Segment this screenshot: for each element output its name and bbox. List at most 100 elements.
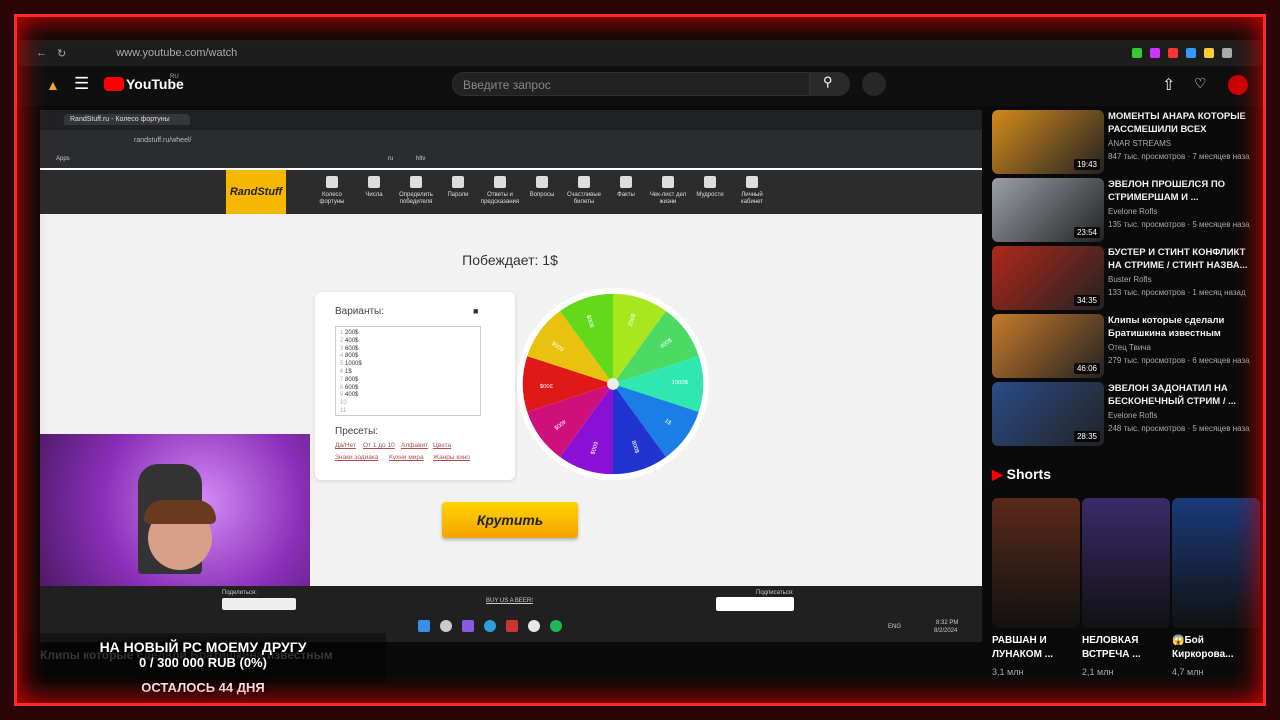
nav-item-label: Колесо фортуны: [319, 192, 345, 205]
nav-item[interactable]: Факты: [604, 176, 648, 199]
video-duration: 34:35: [1073, 295, 1100, 306]
video-duration: 19:43: [1073, 159, 1100, 170]
channel-name[interactable]: Отец Твича: [1108, 343, 1151, 352]
avatar[interactable]: [1228, 75, 1248, 95]
video-thumbnail[interactable]: 19:43: [992, 110, 1104, 174]
channel-name[interactable]: Buster Rofls: [1108, 275, 1152, 284]
video-player[interactable]: RandStuff.ru - Колесо фортуны randstuff.…: [40, 110, 982, 586]
upload-icon[interactable]: ⇧: [1162, 75, 1175, 95]
extension-icon[interactable]: [1168, 48, 1178, 58]
preset-link[interactable]: Да/Нет: [335, 442, 356, 449]
short-title[interactable]: НЕЛОВКАЯ ВСТРЕЧА ...: [1082, 634, 1162, 662]
video-title[interactable]: МОМЕНТЫ АНАРА КОТОРЫЕ РАССМЕШИЛИ ВСЕХ: [1108, 110, 1250, 136]
preset-link[interactable]: Знаки зодиака: [335, 454, 378, 461]
extension-icon[interactable]: [1150, 48, 1160, 58]
variant-line: 4 800$: [340, 353, 480, 361]
clock-date[interactable]: 8/2/2024: [934, 628, 957, 634]
wheel-segment-label: 200$: [539, 382, 553, 388]
nav-item[interactable]: Чек-лист дел жизни: [646, 176, 690, 206]
menu-icon[interactable]: ☰: [74, 74, 89, 94]
subscribe-label: Подписаться:: [756, 590, 794, 596]
variant-line: 5 1000$: [340, 361, 480, 369]
back-icon[interactable]: ←: [36, 47, 47, 59]
nav-item[interactable]: Пароли: [436, 176, 480, 199]
extension-icon[interactable]: [1222, 48, 1232, 58]
video-thumbnail[interactable]: 46:06: [992, 314, 1104, 378]
video-meta: 135 тыс. просмотров · 5 месяцев назад: [1108, 220, 1250, 229]
extension-icon[interactable]: [1204, 48, 1214, 58]
related-video[interactable]: 34:35 БУСТЕР И СТИНТ КОНФЛИКТ НА СТРИМЕ /…: [990, 246, 1252, 310]
variants-textarea[interactable]: 1 200$ 2 400$ 3 600$ 4 800$ 5 1000$ 6 1$ 7 800…: [335, 326, 481, 416]
preset-link[interactable]: Алфавит: [401, 442, 428, 449]
subscribe-button[interactable]: [716, 597, 794, 611]
related-video[interactable]: 46:06 Клипы которые сделали Братишкина из…: [990, 314, 1252, 378]
warning-icon[interactable]: ▲: [46, 77, 60, 93]
nav-item[interactable]: Личный кабинет: [730, 176, 774, 206]
url-text[interactable]: www.youtube.com/watch: [116, 47, 237, 59]
preset-link[interactable]: От 1 до 10: [363, 442, 395, 449]
video-thumbnail[interactable]: 34:35: [992, 246, 1104, 310]
language-indicator[interactable]: ENG: [888, 624, 901, 630]
short-title[interactable]: 😱Бой Киркорова...: [1172, 634, 1252, 662]
video-duration: 28:35: [1073, 431, 1100, 442]
channel-name[interactable]: Evelone Rofls: [1108, 207, 1157, 216]
reload-icon[interactable]: ↻: [57, 47, 66, 60]
variants-title: Варианты:: [335, 306, 385, 317]
clock-time[interactable]: 8:32 PM: [936, 620, 958, 626]
nav-item[interactable]: Числа: [352, 176, 396, 199]
bookmark[interactable]: ru: [388, 156, 393, 162]
short-thumbnail[interactable]: [992, 498, 1080, 628]
extension-icon[interactable]: [1132, 48, 1142, 58]
youtube-logo-icon[interactable]: [104, 77, 124, 91]
nav-item[interactable]: Счастливые билеты: [562, 176, 606, 206]
channel-name[interactable]: Evelone Rofls: [1108, 411, 1157, 420]
inner-tab[interactable]: RandStuff.ru - Колесо фортуны: [64, 114, 190, 125]
variant-line: 6 1$: [340, 369, 480, 377]
nav-item[interactable]: Вопросы: [520, 176, 564, 199]
nav-item-label: Числа: [365, 192, 383, 198]
channel-name[interactable]: ANAR STREAMS: [1108, 139, 1171, 148]
preset-link[interactable]: Кухни мира: [389, 454, 424, 461]
trash-icon[interactable]: ■: [473, 306, 478, 316]
variant-value: 200$: [345, 330, 359, 336]
search-button[interactable]: ⚲: [810, 72, 850, 96]
share-buttons[interactable]: [222, 598, 296, 610]
donation-goal: НА НОВЫЙ PC МОЕМУ ДРУГУ 0 / 300 000 RUB …: [20, 633, 386, 695]
numbers-icon: [368, 176, 380, 188]
nav-item[interactable]: Мудрости: [688, 176, 732, 199]
related-video[interactable]: 28:35 ЭВЕЛОН ЗАДОНАТИЛ НА БЕСКОНЕЧНЫЙ СТР…: [990, 382, 1252, 446]
short-thumbnail[interactable]: [1172, 498, 1260, 628]
nav-item[interactable]: Ответы и предсказания: [478, 176, 522, 206]
taskbar-apps[interactable]: [418, 620, 618, 634]
user-icon: [746, 176, 758, 188]
beer-link[interactable]: BUY US A BEER!: [486, 598, 533, 604]
nav-item-label: Чек-лист дел жизни: [649, 192, 687, 205]
search-input[interactable]: Введите запрос: [452, 72, 810, 96]
video-thumbnail[interactable]: 23:54: [992, 178, 1104, 242]
preset-link[interactable]: Жанры кино: [433, 454, 470, 461]
bookmark[interactable]: hltv: [416, 156, 425, 162]
short-title[interactable]: РАВШАН И ЛУНАКОМ ...: [992, 634, 1072, 662]
video-duration: 23:54: [1073, 227, 1100, 238]
related-video[interactable]: 23:54 ЭВЕЛОН ПРОШЕЛСЯ ПО СТРИМЕРШАМ И ...…: [990, 178, 1252, 242]
nav-item-label: Факты: [617, 192, 635, 198]
preset-link[interactable]: Цвета: [433, 442, 451, 449]
bookmark[interactable]: Apps: [56, 156, 70, 162]
video-title[interactable]: Клипы которые сделали Братишкина известн…: [1108, 314, 1250, 340]
nav-item[interactable]: Определить победителя: [394, 176, 438, 206]
spin-button[interactable]: Крутить: [442, 502, 578, 538]
video-thumbnail[interactable]: 28:35: [992, 382, 1104, 446]
browser-address-bar[interactable]: ← ↻ www.youtube.com/watch: [18, 40, 1262, 66]
video-title[interactable]: БУСТЕР И СТИНТ КОНФЛИКТ НА СТРИМЕ / СТИН…: [1108, 246, 1250, 272]
short-thumbnail[interactable]: [1082, 498, 1170, 628]
bell-icon[interactable]: ♡: [1194, 75, 1207, 92]
video-title[interactable]: ЭВЕЛОН ЗАДОНАТИЛ НА БЕСКОНЕЧНЫЙ СТРИМ / …: [1108, 382, 1250, 408]
randstuff-logo[interactable]: RandStuff: [226, 170, 286, 214]
mic-icon[interactable]: [862, 72, 886, 96]
fortune-wheel[interactable]: 200$400$1000$1$800$600$400$200$600$800$: [515, 286, 711, 482]
nav-item[interactable]: Колесо фортуны: [310, 176, 354, 206]
extension-icon[interactable]: [1186, 48, 1196, 58]
video-title[interactable]: ЭВЕЛОН ПРОШЕЛСЯ ПО СТРИМЕРШАМ И ...: [1108, 178, 1250, 204]
related-video[interactable]: 19:43 МОМЕНТЫ АНАРА КОТОРЫЕ РАССМЕШИЛИ ВС…: [990, 110, 1252, 174]
inner-url[interactable]: randstuff.ru/wheel/: [134, 137, 191, 144]
